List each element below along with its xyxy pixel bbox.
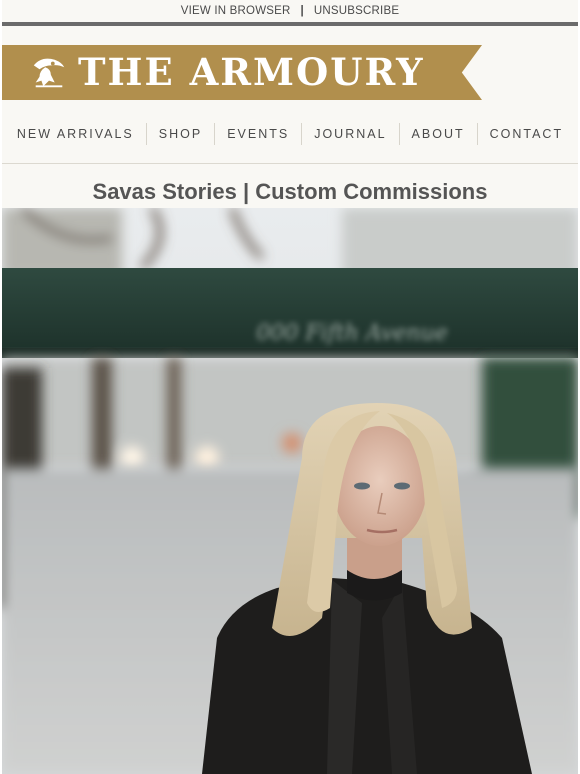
eagle-crest-icon — [33, 58, 65, 87]
view-in-browser-link[interactable]: VIEW IN BROWSER — [181, 5, 291, 17]
utility-bar: VIEW IN BROWSER | UNSUBSCRIBE — [2, 0, 578, 22]
brand-ribbon[interactable]: THE ARMOURY — [2, 45, 482, 100]
separator: | — [300, 5, 304, 17]
main-nav: NEW ARRIVALS SHOP EVENTS JOURNAL ABOUT C… — [2, 105, 578, 163]
unsubscribe-link[interactable]: UNSUBSCRIBE — [314, 5, 399, 17]
awning-text: 000 Fifth Avenue — [256, 321, 447, 346]
nav-contact[interactable]: CONTACT — [476, 123, 576, 145]
email-page: VIEW IN BROWSER | UNSUBSCRIBE THE ARMOUR… — [2, 0, 578, 774]
brand-name: THE ARMOURY — [78, 50, 425, 94]
brand-banner[interactable]: THE ARMOURY — [2, 45, 578, 105]
top-divider — [2, 22, 578, 26]
nav-events[interactable]: EVENTS — [214, 123, 301, 145]
nav-shop[interactable]: SHOP — [145, 123, 214, 145]
hero-image[interactable]: 000 Fifth Avenue — [2, 208, 578, 774]
nav-new-arrivals[interactable]: NEW ARRIVALS — [5, 123, 146, 145]
portrait-photo: 000 Fifth Avenue — [2, 208, 578, 774]
nav-journal[interactable]: JOURNAL — [301, 123, 398, 145]
nav-about[interactable]: ABOUT — [398, 123, 477, 145]
